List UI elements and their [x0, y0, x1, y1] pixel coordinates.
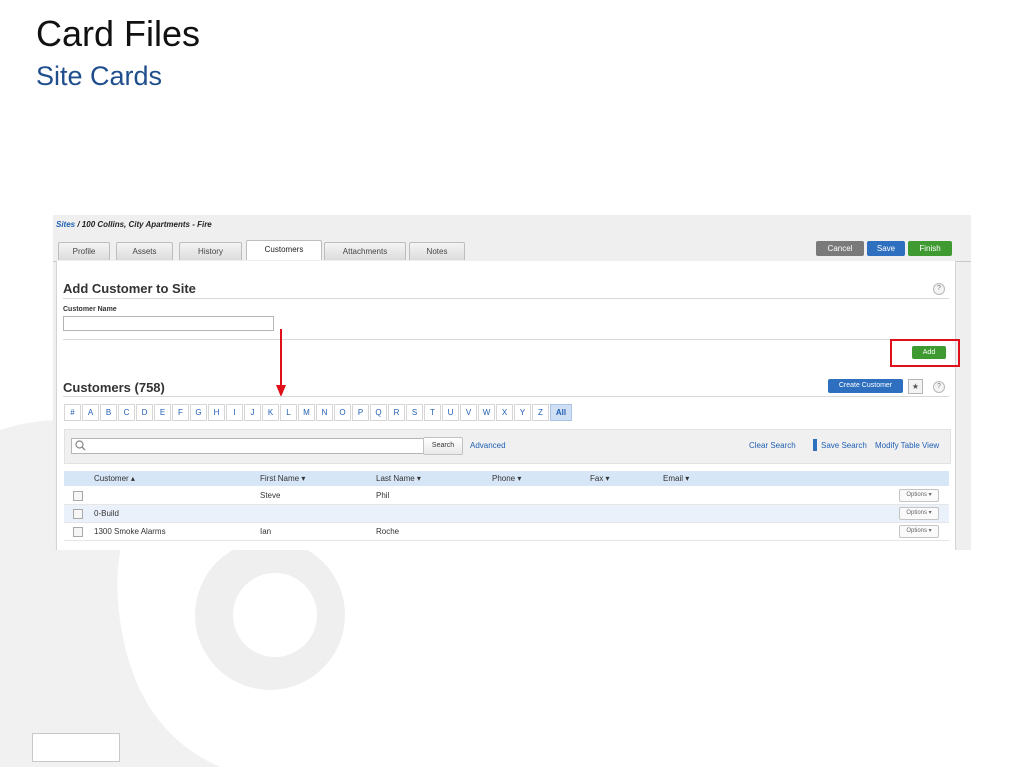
letter-filter-x[interactable]: X [496, 404, 513, 421]
options-button[interactable]: Options ▾ [899, 525, 939, 538]
add-customer-heading: Add Customer to Site [63, 281, 196, 296]
letter-filter-w[interactable]: W [478, 404, 495, 421]
customer-name-label: Customer Name [63, 306, 117, 313]
main-panel: Add Customer to Site ? Customer Name Add… [56, 261, 960, 550]
column-customer[interactable]: Customer ▴ [94, 474, 135, 483]
letter-filter-t[interactable]: T [424, 404, 441, 421]
save-search-link[interactable]: Save Search [821, 441, 867, 450]
cell-first-name: Ian [260, 527, 272, 536]
column-fax[interactable]: Fax ▾ [590, 474, 610, 483]
slide-title: Card Files [36, 13, 201, 54]
letter-filter-b[interactable]: B [100, 404, 117, 421]
slide-subtitle: Site Cards [36, 61, 163, 91]
highlight-box [890, 339, 960, 367]
save-button[interactable]: Save [867, 241, 905, 256]
search-button[interactable]: Search [423, 437, 463, 455]
tab-customers[interactable]: Customers [246, 240, 322, 260]
row-checkbox[interactable] [73, 491, 83, 501]
column-phone[interactable]: Phone ▾ [492, 474, 521, 483]
row-checkbox[interactable] [73, 509, 83, 519]
letter-filter-e[interactable]: E [154, 404, 171, 421]
help-icon[interactable]: ? [933, 381, 945, 393]
table-row[interactable]: 1300 Smoke Alarms Ian Roche Options ▾ [64, 523, 949, 541]
letter-filter-y[interactable]: Y [514, 404, 531, 421]
search-input[interactable] [71, 438, 432, 454]
letter-filter-j[interactable]: J [244, 404, 261, 421]
options-button[interactable]: Options ▾ [899, 489, 939, 502]
annotation-arrow [276, 329, 286, 397]
cell-customer: 0-Build [94, 509, 119, 518]
breadcrumb-link-sites[interactable]: Sites [56, 220, 75, 229]
letter-filter-all[interactable]: All [550, 404, 572, 421]
clear-search-link[interactable]: Clear Search [749, 441, 796, 450]
letter-filter-p[interactable]: P [352, 404, 369, 421]
letter-filter-c[interactable]: C [118, 404, 135, 421]
column-email[interactable]: Email ▾ [663, 474, 689, 483]
bookmark-icon [813, 439, 817, 451]
search-icon [75, 440, 86, 451]
letter-filter-n[interactable]: N [316, 404, 333, 421]
cell-customer: 1300 Smoke Alarms [94, 527, 166, 536]
column-first-name[interactable]: First Name ▾ [260, 474, 305, 483]
tab-history[interactable]: History [179, 242, 242, 260]
letter-filter-l[interactable]: L [280, 404, 297, 421]
divider [63, 339, 949, 340]
alphabet-filter: # A B C D E F G H I J K L M N O P Q R S T U V W X Y Z All [64, 404, 664, 421]
breadcrumb-current: 100 Collins, City Apartments - Fire [81, 220, 212, 229]
tab-assets[interactable]: Assets [116, 242, 173, 260]
letter-filter-i[interactable]: I [226, 404, 243, 421]
finish-button[interactable]: Finish [908, 241, 952, 256]
cell-first-name: Steve [260, 491, 281, 500]
options-button[interactable]: Options ▾ [899, 507, 939, 520]
letter-filter-v[interactable]: V [460, 404, 477, 421]
letter-filter-d[interactable]: D [136, 404, 153, 421]
breadcrumb: Sites / 100 Collins, City Apartments - F… [56, 220, 212, 229]
star-icon[interactable]: ★ [908, 379, 923, 394]
cancel-button[interactable]: Cancel [816, 241, 864, 256]
letter-filter-hash[interactable]: # [64, 404, 81, 421]
letter-filter-r[interactable]: R [388, 404, 405, 421]
table-row[interactable]: 0-Build Options ▾ [64, 505, 949, 523]
table-row[interactable]: Steve Phil Options ▾ [64, 487, 949, 505]
modify-table-view-link[interactable]: Modify Table View [875, 441, 939, 450]
letter-filter-k[interactable]: K [262, 404, 279, 421]
letter-filter-o[interactable]: O [334, 404, 351, 421]
letter-filter-f[interactable]: F [172, 404, 189, 421]
letter-filter-g[interactable]: G [190, 404, 207, 421]
tab-attachments[interactable]: Attachments [324, 242, 406, 260]
letter-filter-q[interactable]: Q [370, 404, 387, 421]
divider [63, 298, 949, 299]
letter-filter-z[interactable]: Z [532, 404, 549, 421]
create-customer-button[interactable]: Create Customer [828, 379, 903, 393]
tab-profile[interactable]: Profile [58, 242, 110, 260]
letter-filter-h[interactable]: H [208, 404, 225, 421]
letter-filter-a[interactable]: A [82, 404, 99, 421]
tab-notes[interactable]: Notes [409, 242, 465, 260]
customers-heading: Customers (758) [63, 380, 165, 395]
divider [63, 396, 949, 397]
cell-last-name: Phil [376, 491, 390, 500]
row-checkbox[interactable] [73, 527, 83, 537]
table-header: Customer ▴ First Name ▾ Last Name ▾ Phon… [64, 471, 949, 486]
column-last-name[interactable]: Last Name ▾ [376, 474, 421, 483]
customer-name-input[interactable] [63, 316, 274, 331]
page-number-box [32, 733, 120, 762]
advanced-search-link[interactable]: Advanced [470, 441, 506, 450]
app-screenshot: Sites / 100 Collins, City Apartments - F… [53, 215, 971, 550]
search-bar: Search Advanced Clear Search Save Search… [64, 429, 951, 464]
help-icon[interactable]: ? [933, 283, 945, 295]
letter-filter-u[interactable]: U [442, 404, 459, 421]
cell-last-name: Roche [376, 527, 400, 536]
letter-filter-m[interactable]: M [298, 404, 315, 421]
letter-filter-s[interactable]: S [406, 404, 423, 421]
